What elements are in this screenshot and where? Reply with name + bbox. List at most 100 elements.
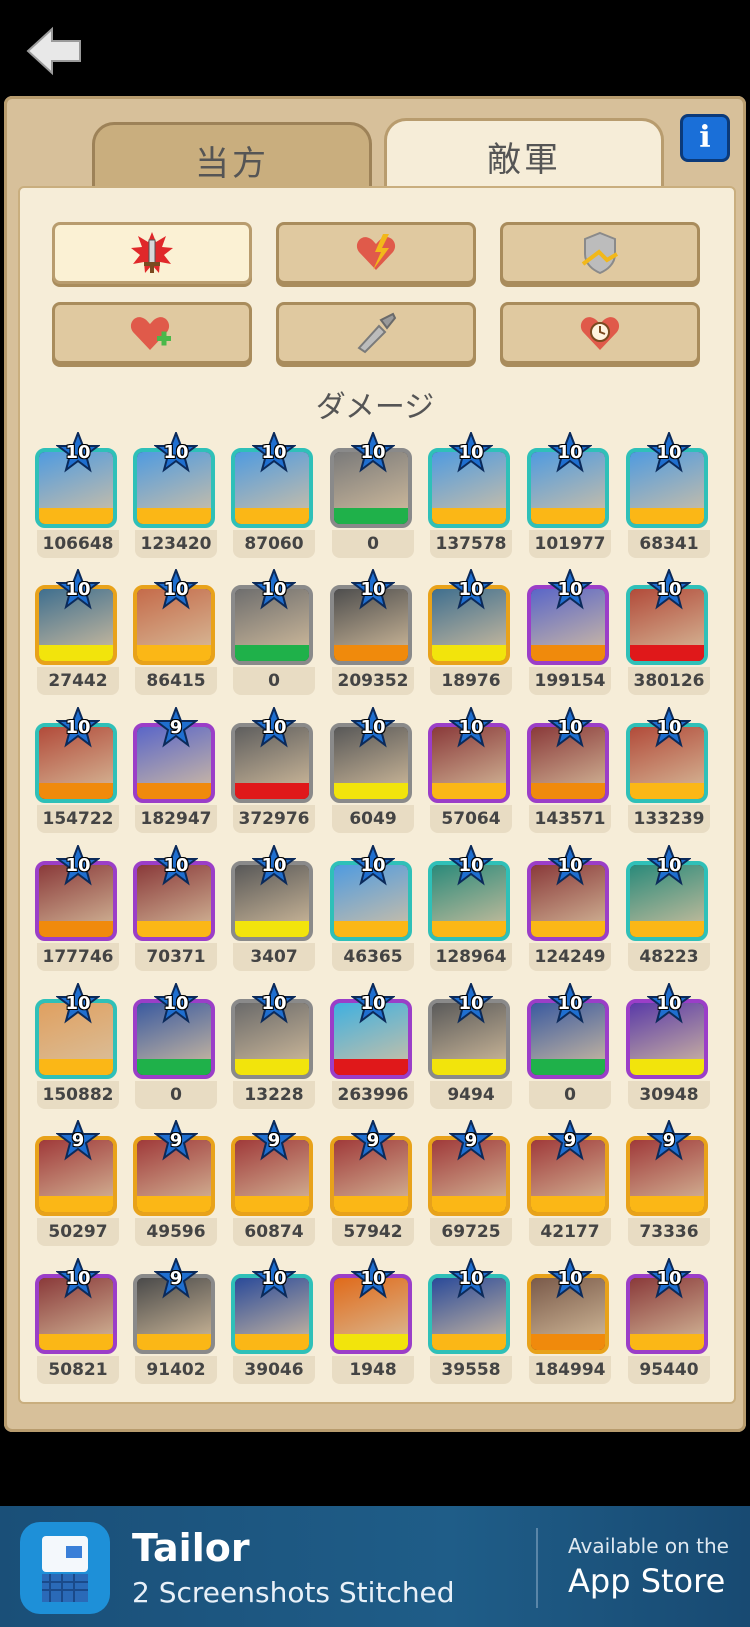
- unit-card[interactable]: 9 50297: [35, 1120, 123, 1248]
- unit-card[interactable]: 10 199154: [527, 569, 615, 697]
- unit-card[interactable]: 10 3407: [231, 845, 319, 973]
- unit-level: 10: [557, 579, 583, 600]
- unit-level: 10: [261, 1268, 287, 1289]
- unit-card[interactable]: 10 48223: [626, 845, 714, 973]
- filter-damage-taken-button[interactable]: [276, 222, 476, 284]
- unit-card[interactable]: 10 124249: [527, 845, 615, 973]
- filter-heal-button[interactable]: [52, 302, 252, 364]
- unit-card[interactable]: 10 209352: [330, 569, 418, 697]
- unit-card[interactable]: 10 263996: [330, 983, 418, 1111]
- unit-energy-bar: [137, 645, 211, 661]
- unit-energy-bar: [235, 783, 309, 799]
- filter-shield-button[interactable]: [500, 222, 700, 284]
- unit-card[interactable]: 10 46365: [330, 845, 418, 973]
- unit-energy-bar: [235, 1334, 309, 1350]
- unit-card[interactable]: 9 49596: [133, 1120, 221, 1248]
- unit-card[interactable]: 10 13228: [231, 983, 319, 1111]
- unit-card[interactable]: 10 0: [133, 983, 221, 1111]
- back-button[interactable]: [26, 26, 84, 76]
- unit-card[interactable]: 10 0: [231, 569, 319, 697]
- unit-energy-bar: [630, 1059, 704, 1075]
- unit-energy-bar: [39, 1196, 113, 1212]
- unit-level: 10: [360, 1268, 386, 1289]
- filter-damage-button[interactable]: [52, 222, 252, 284]
- unit-card[interactable]: 10 106648: [35, 432, 123, 560]
- unit-card[interactable]: 10 9494: [428, 983, 516, 1111]
- unit-card[interactable]: 10 154722: [35, 707, 123, 835]
- unit-energy-bar: [432, 645, 506, 661]
- unit-card[interactable]: 10 177746: [35, 845, 123, 973]
- unit-energy-bar: [432, 1059, 506, 1075]
- unit-card[interactable]: 10 95440: [626, 1258, 714, 1386]
- info-button[interactable]: i: [680, 114, 730, 162]
- unit-level: 10: [65, 1268, 91, 1289]
- unit-card[interactable]: 10 86415: [133, 569, 221, 697]
- unit-damage-value: 209352: [332, 667, 414, 695]
- unit-level: 10: [656, 855, 682, 876]
- unit-energy-bar: [235, 1059, 309, 1075]
- unit-card[interactable]: 10 143571: [527, 707, 615, 835]
- unit-card[interactable]: 10 150882: [35, 983, 123, 1111]
- unit-level: 10: [65, 993, 91, 1014]
- unit-damage-value: 86415: [135, 667, 217, 695]
- unit-card[interactable]: 10 137578: [428, 432, 516, 560]
- unit-card[interactable]: 10 123420: [133, 432, 221, 560]
- banner-divider: [536, 1528, 538, 1608]
- unit-card[interactable]: 10 18976: [428, 569, 516, 697]
- app-name: Tailor: [132, 1526, 250, 1570]
- unit-card[interactable]: 10 6049: [330, 707, 418, 835]
- unit-level: 10: [656, 1268, 682, 1289]
- filter-debuff-button[interactable]: [276, 302, 476, 364]
- unit-card[interactable]: 10 380126: [626, 569, 714, 697]
- unit-level: 10: [360, 993, 386, 1014]
- unit-card[interactable]: 10 128964: [428, 845, 516, 973]
- unit-level: 10: [360, 442, 386, 463]
- unit-card[interactable]: 10 184994: [527, 1258, 615, 1386]
- unit-level: 10: [458, 717, 484, 738]
- unit-card[interactable]: 9 91402: [133, 1258, 221, 1386]
- unit-energy-bar: [235, 921, 309, 937]
- unit-energy-bar: [39, 645, 113, 661]
- unit-card[interactable]: 9 73336: [626, 1120, 714, 1248]
- unit-level: 10: [261, 993, 287, 1014]
- unit-card[interactable]: 10 68341: [626, 432, 714, 560]
- unit-card[interactable]: 10 0: [527, 983, 615, 1111]
- unit-level: 9: [267, 1130, 281, 1151]
- unit-card[interactable]: 10 39558: [428, 1258, 516, 1386]
- unit-card[interactable]: 10 30948: [626, 983, 714, 1111]
- unit-card[interactable]: 10 70371: [133, 845, 221, 973]
- unit-card[interactable]: 10 372976: [231, 707, 319, 835]
- unit-card[interactable]: 10 1948: [330, 1258, 418, 1386]
- tab-ally[interactable]: 当方: [92, 122, 372, 195]
- unit-level: 10: [656, 993, 682, 1014]
- unit-energy-bar: [432, 1196, 506, 1212]
- unit-card[interactable]: 9 57942: [330, 1120, 418, 1248]
- unit-card[interactable]: 9 42177: [527, 1120, 615, 1248]
- app-store-banner[interactable]: Tailor 2 Screenshots Stitched Available …: [0, 1506, 750, 1627]
- unit-level: 10: [261, 442, 287, 463]
- unit-energy-bar: [531, 783, 605, 799]
- unit-card[interactable]: 10 0: [330, 432, 418, 560]
- unit-card[interactable]: 10 57064: [428, 707, 516, 835]
- unit-card[interactable]: 10 39046: [231, 1258, 319, 1386]
- unit-card[interactable]: 10 50821: [35, 1258, 123, 1386]
- unit-card[interactable]: 10 133239: [626, 707, 714, 835]
- unit-card[interactable]: 9 60874: [231, 1120, 319, 1248]
- unit-card[interactable]: 10 27442: [35, 569, 123, 697]
- unit-card[interactable]: 10 87060: [231, 432, 319, 560]
- unit-card[interactable]: 9 182947: [133, 707, 221, 835]
- unit-energy-bar: [137, 1196, 211, 1212]
- heart-plus-icon: [130, 317, 171, 350]
- unit-level: 9: [366, 1130, 380, 1151]
- tab-enemy[interactable]: 敵軍: [384, 118, 664, 191]
- unit-card[interactable]: 9 69725: [428, 1120, 516, 1248]
- unit-energy-bar: [334, 1334, 408, 1350]
- unit-level: 10: [65, 442, 91, 463]
- unit-energy-bar: [137, 1334, 211, 1350]
- unit-damage-value: 380126: [628, 667, 710, 695]
- unit-card[interactable]: 10 101977: [527, 432, 615, 560]
- unit-damage-value: 18976: [430, 667, 512, 695]
- unit-damage-value: 91402: [135, 1356, 217, 1384]
- filter-overtime-button[interactable]: [500, 302, 700, 364]
- unit-level: 10: [360, 855, 386, 876]
